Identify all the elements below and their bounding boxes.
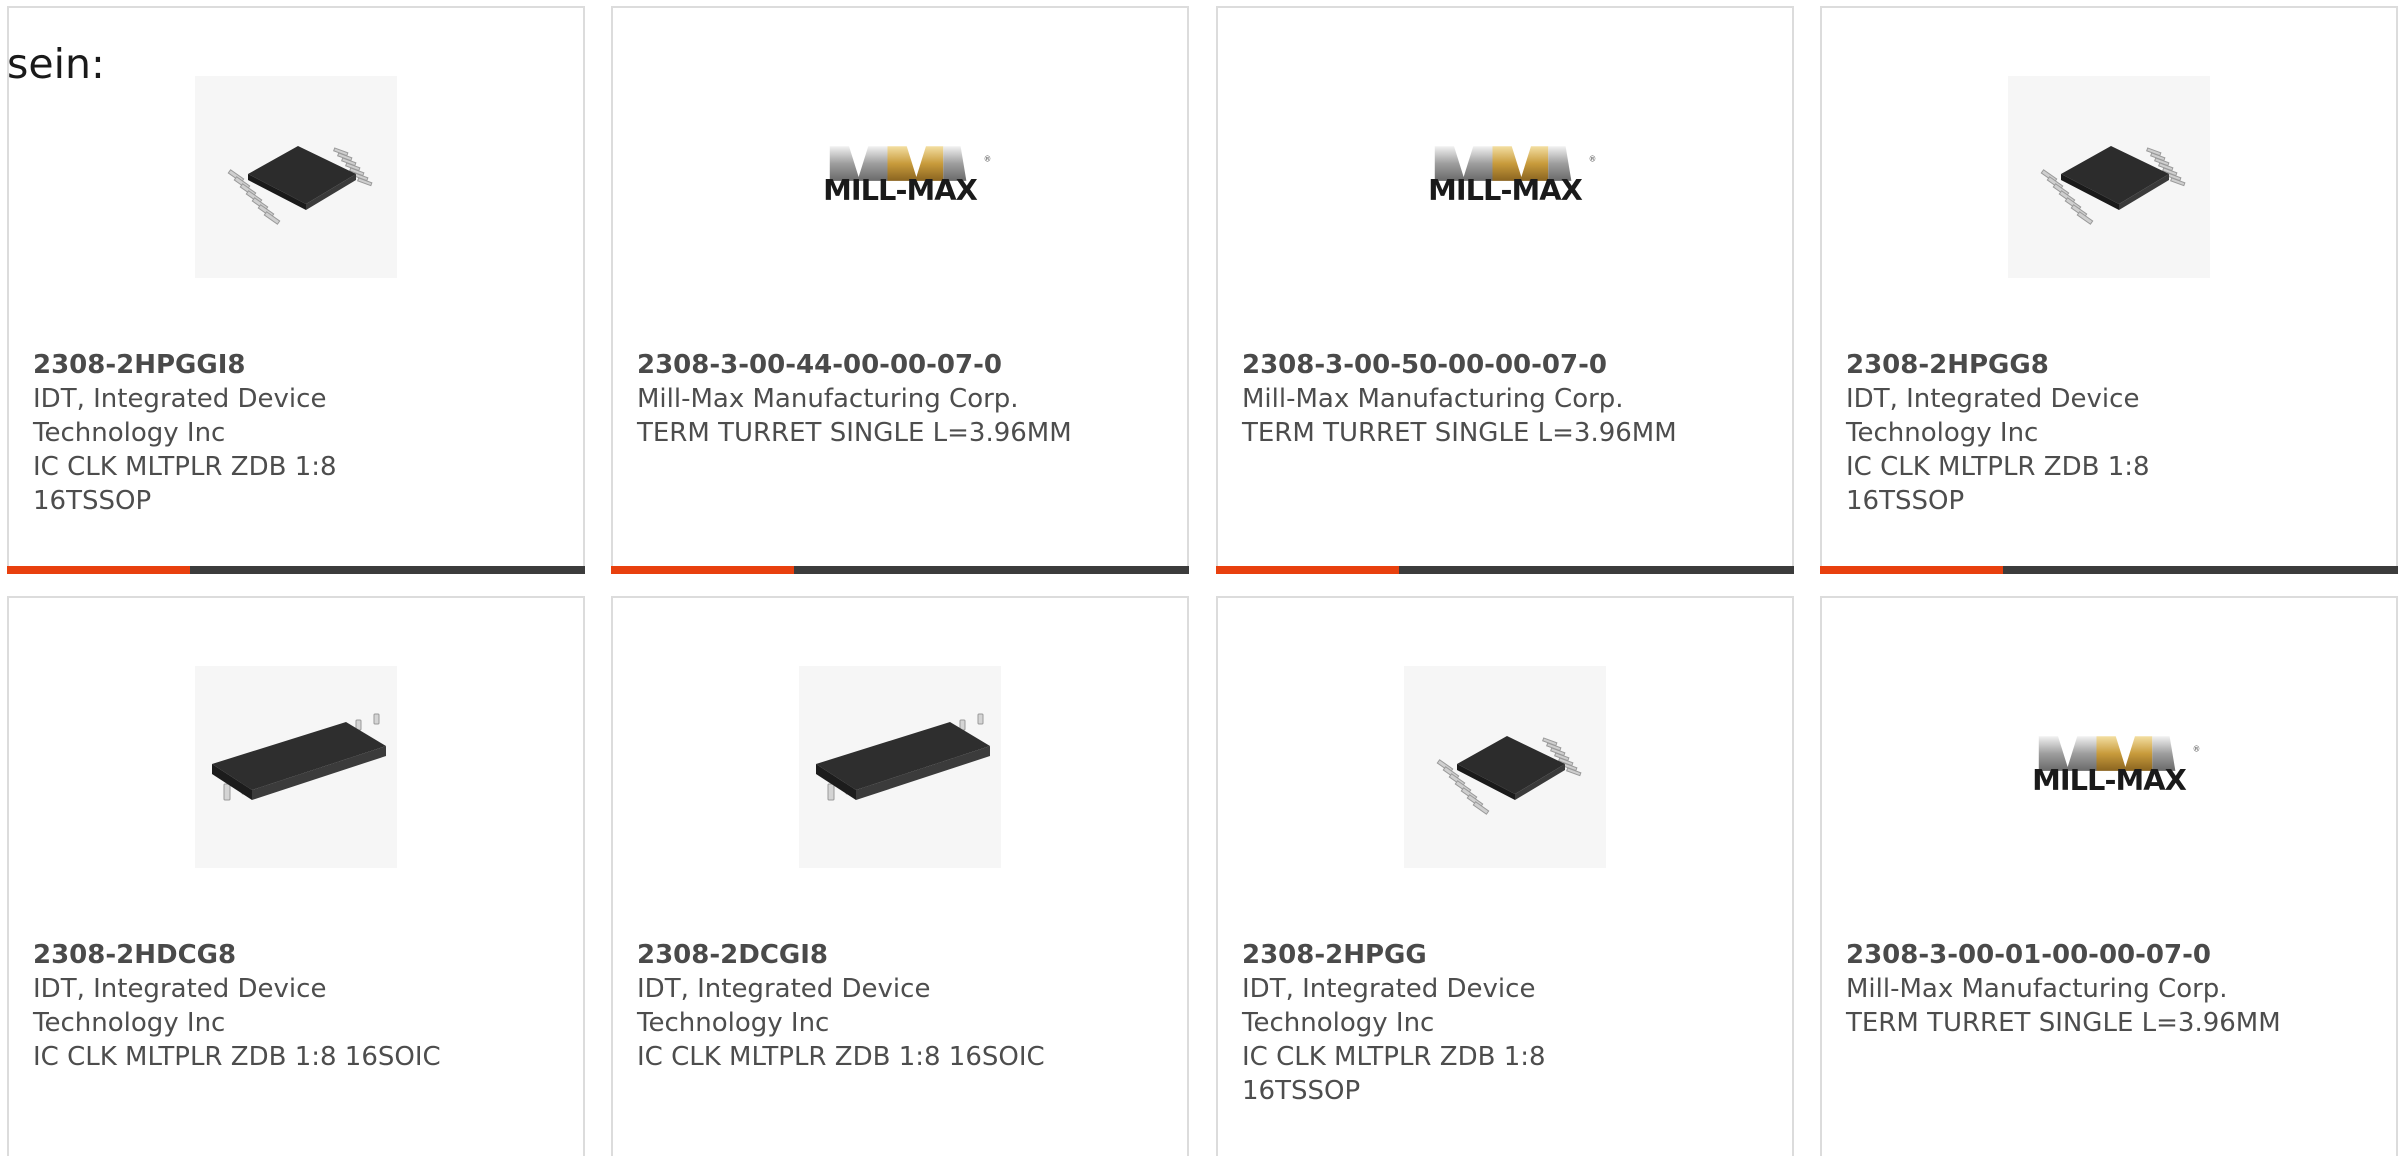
- card-bottom-bar: [1820, 566, 2398, 574]
- card-accent-segment: [7, 566, 190, 574]
- part-number-link[interactable]: 2308-2HPGGI8: [33, 348, 563, 382]
- product-card[interactable]: MILL-MAX ® 2308-3-00-50-00-00-07-0 Mill-M…: [1216, 6, 1794, 574]
- part-number-link[interactable]: 2308-3-00-44-00-00-07-0: [637, 348, 1167, 382]
- svg-text:®: ®: [1589, 155, 1597, 164]
- product-description: IC CLK MLTPLR ZDB 1:8 16SOIC: [637, 1042, 1045, 1072]
- product-card[interactable]: MILL-MAX ® 2308-3-00-44-00-00-07-0 Mill-M…: [611, 6, 1189, 574]
- svg-text:®: ®: [984, 155, 992, 164]
- part-number-link[interactable]: 2308-3-00-01-00-00-07-0: [1846, 938, 2376, 972]
- mill-max-logo[interactable]: MILL-MAX ®: [2008, 666, 2210, 868]
- product-description: IC CLK MLTPLR ZDB 1:8 16TSSOP: [1846, 452, 2150, 516]
- svg-text:MILL-MAX: MILL-MAX: [823, 173, 977, 207]
- part-number-link[interactable]: 2308-2DCGI8: [637, 938, 1167, 972]
- product-info: 2308-3-00-50-00-00-07-0 Mill-Max Manufact…: [1242, 348, 1772, 450]
- product-info: 2308-2HDCG8 IDT, Integrated Device Techno…: [33, 938, 563, 1074]
- product-description: TERM TURRET SINGLE L=3.96MM: [1242, 418, 1677, 448]
- manufacturer-name: IDT, Integrated Device Technology Inc: [1242, 974, 1536, 1038]
- card-bottom-bar: [7, 566, 585, 574]
- soic-chip-image[interactable]: [195, 666, 397, 868]
- manufacturer-name: IDT, Integrated Device Technology Inc: [1846, 384, 2140, 448]
- part-number-link[interactable]: 2308-2HDCG8: [33, 938, 563, 972]
- product-description: IC CLK MLTPLR ZDB 1:8 16TSSOP: [33, 452, 337, 516]
- manufacturer-name: IDT, Integrated Device Technology Inc: [637, 974, 931, 1038]
- manufacturer-name: IDT, Integrated Device Technology Inc: [33, 384, 327, 448]
- product-info: 2308-2DCGI8 IDT, Integrated Device Techno…: [637, 938, 1167, 1074]
- manufacturer-name: Mill-Max Manufacturing Corp.: [637, 384, 1019, 414]
- soic-chip-image[interactable]: [799, 666, 1001, 868]
- product-card[interactable]: MILL-MAX ® 2308-3-00-01-00-00-07-0 Mill-M…: [1820, 596, 2398, 1156]
- card-bottom-bar: [611, 566, 1189, 574]
- product-card[interactable]: 2308-2DCGI8 IDT, Integrated Device Techno…: [611, 596, 1189, 1156]
- tssop-chip-image[interactable]: [1404, 666, 1606, 868]
- part-number-link[interactable]: 2308-2HPGG8: [1846, 348, 2376, 382]
- svg-text:®: ®: [2193, 745, 2201, 754]
- card-accent-segment: [611, 566, 794, 574]
- product-info: 2308-2HPGGI8 IDT, Integrated Device Techn…: [33, 348, 563, 518]
- svg-text:MILL-MAX: MILL-MAX: [1428, 173, 1582, 207]
- manufacturer-name: IDT, Integrated Device Technology Inc: [33, 974, 327, 1038]
- tssop-chip-image[interactable]: [2008, 76, 2210, 278]
- product-info: 2308-2HPGG8 IDT, Integrated Device Techno…: [1846, 348, 2376, 518]
- product-description: IC CLK MLTPLR ZDB 1:8 16SOIC: [33, 1042, 441, 1072]
- product-info: 2308-2HPGG IDT, Integrated Device Technol…: [1242, 938, 1772, 1108]
- manufacturer-name: Mill-Max Manufacturing Corp.: [1846, 974, 2228, 1004]
- mill-max-logo[interactable]: MILL-MAX ®: [799, 76, 1001, 278]
- product-info: 2308-3-00-44-00-00-07-0 Mill-Max Manufact…: [637, 348, 1167, 450]
- manufacturer-name: Mill-Max Manufacturing Corp.: [1242, 384, 1624, 414]
- product-description: TERM TURRET SINGLE L=3.96MM: [637, 418, 1072, 448]
- svg-text:MILL-MAX: MILL-MAX: [2032, 763, 2186, 797]
- part-number-link[interactable]: 2308-3-00-50-00-00-07-0: [1242, 348, 1772, 382]
- mill-max-logo[interactable]: MILL-MAX ®: [1404, 76, 1606, 278]
- product-description: TERM TURRET SINGLE L=3.96MM: [1846, 1008, 2281, 1038]
- product-card[interactable]: 2308-2HPGGI8 IDT, Integrated Device Techn…: [7, 6, 585, 574]
- tssop-chip-image[interactable]: [195, 76, 397, 278]
- product-description: IC CLK MLTPLR ZDB 1:8 16TSSOP: [1242, 1042, 1546, 1106]
- product-info: 2308-3-00-01-00-00-07-0 Mill-Max Manufact…: [1846, 938, 2376, 1040]
- intro-text: sein:: [7, 40, 105, 88]
- product-card[interactable]: 2308-2HPGG8 IDT, Integrated Device Techno…: [1820, 6, 2398, 574]
- card-bottom-bar: [1216, 566, 1794, 574]
- product-card[interactable]: 2308-2HPGG IDT, Integrated Device Technol…: [1216, 596, 1794, 1156]
- card-accent-segment: [1820, 566, 2003, 574]
- card-accent-segment: [1216, 566, 1399, 574]
- part-number-link[interactable]: 2308-2HPGG: [1242, 938, 1772, 972]
- product-card[interactable]: 2308-2HDCG8 IDT, Integrated Device Techno…: [7, 596, 585, 1156]
